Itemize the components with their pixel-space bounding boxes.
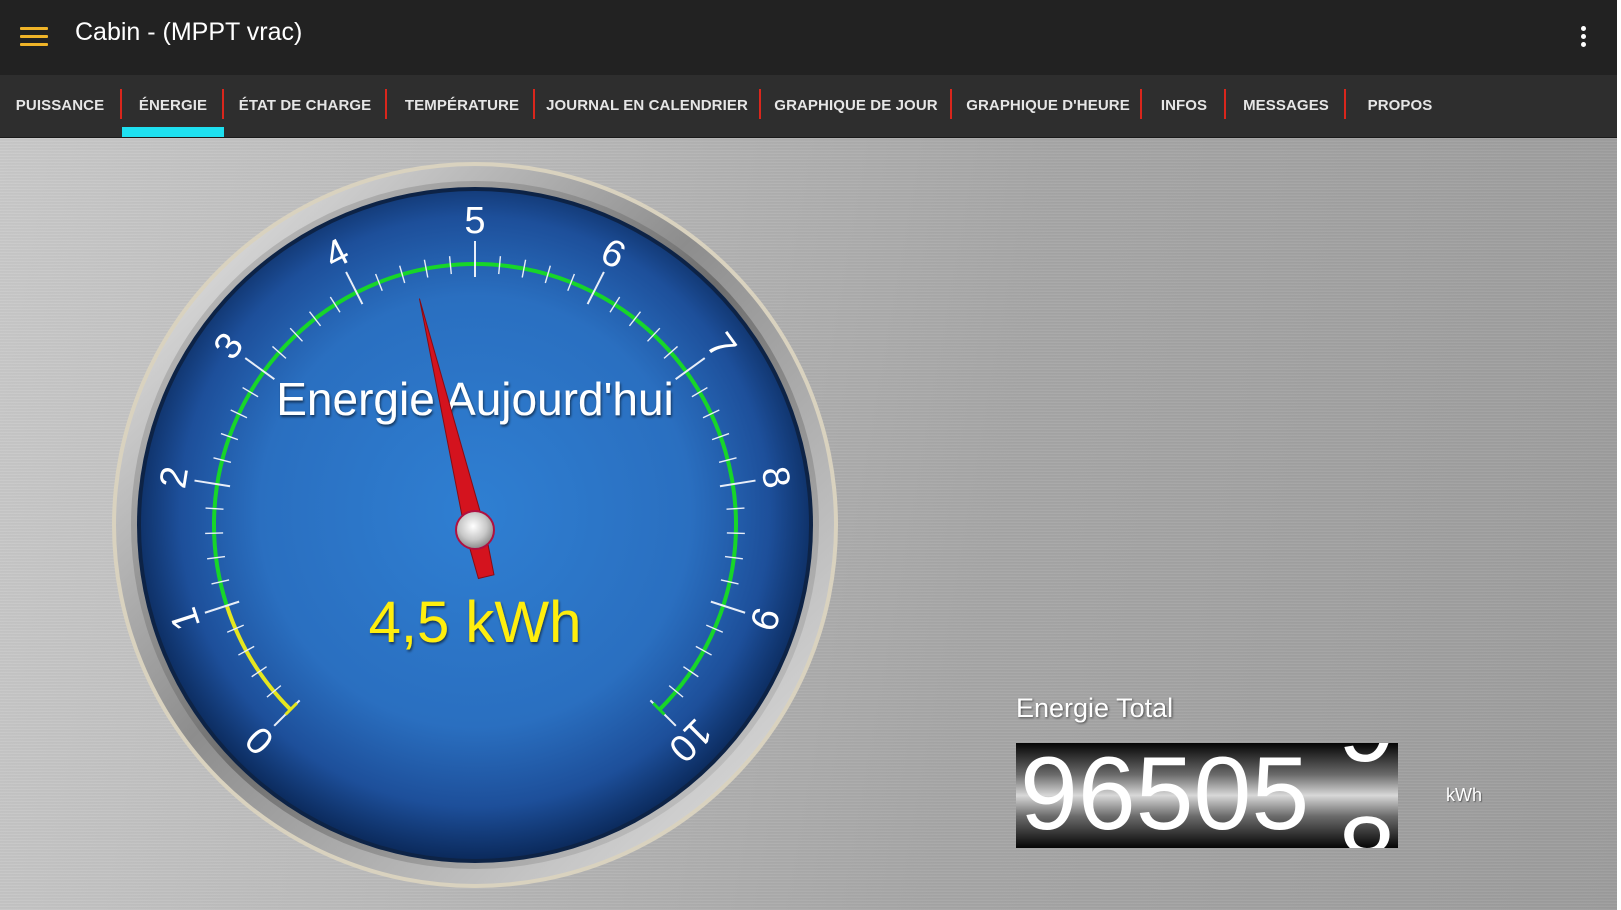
tab-etat-de-charge[interactable]: ÉTAT DE CHARGE [226,75,384,137]
tab-journal-en-calendrier[interactable]: JOURNAL EN CALENDRIER [537,75,757,137]
odometer-rolling-lower: 8 [1338,799,1396,848]
energy-today-gauge: 012345678910 Energie Aujourd'hui 4,5 kWh [112,162,838,888]
app-bar: Cabin - (MPPT vrac) [0,0,1621,75]
tab-separator [222,89,224,119]
tab-separator [1224,89,1226,119]
tab-separator [1344,89,1346,119]
tab-graphique-de-jour[interactable]: GRAPHIQUE DE JOUR [763,75,949,137]
gauge-needle-hub [455,510,495,550]
tab-separator [950,89,952,119]
tab-infos[interactable]: INFOS [1144,75,1224,137]
tab-graphique-d-heure[interactable]: GRAPHIQUE D'HEURE [954,75,1142,137]
hamburger-menu-icon[interactable] [20,27,48,47]
tab-bar: PUISSANCE ÉNERGIE ÉTAT DE CHARGE TEMPÉRA… [0,75,1621,138]
selected-tab-indicator [122,127,224,137]
odometer-rolling-upper: 9 [1338,743,1396,781]
gauge-value: 4,5 kWh [369,590,582,655]
energy-total-odometer: 96505 9 8 [1016,743,1398,848]
tab-separator [533,89,535,119]
more-options-icon[interactable] [1579,26,1587,48]
tab-messages[interactable]: MESSAGES [1228,75,1344,137]
tab-temperature[interactable]: TEMPÉRATURE [389,75,535,137]
tab-propos[interactable]: PROPOS [1352,75,1448,137]
window-edge [1617,0,1621,910]
tab-puissance[interactable]: PUISSANCE [8,75,112,137]
scale-label: 5 [464,200,485,242]
odometer-rolling-digit: 9 8 [1338,743,1396,848]
gauge-title: Energie Aujourd'hui [276,373,674,425]
energy-total-unit: kWh [1446,785,1482,805]
minor-tick [726,532,745,535]
tab-separator [759,89,761,119]
app-title: Cabin - (MPPT vrac) [75,18,303,46]
tab-separator [385,89,387,119]
minor-tick [205,532,224,535]
tab-separator [1140,89,1142,119]
energy-total-label: Energie Total [1016,693,1174,723]
odometer-digits: 96505 [1020,743,1310,848]
